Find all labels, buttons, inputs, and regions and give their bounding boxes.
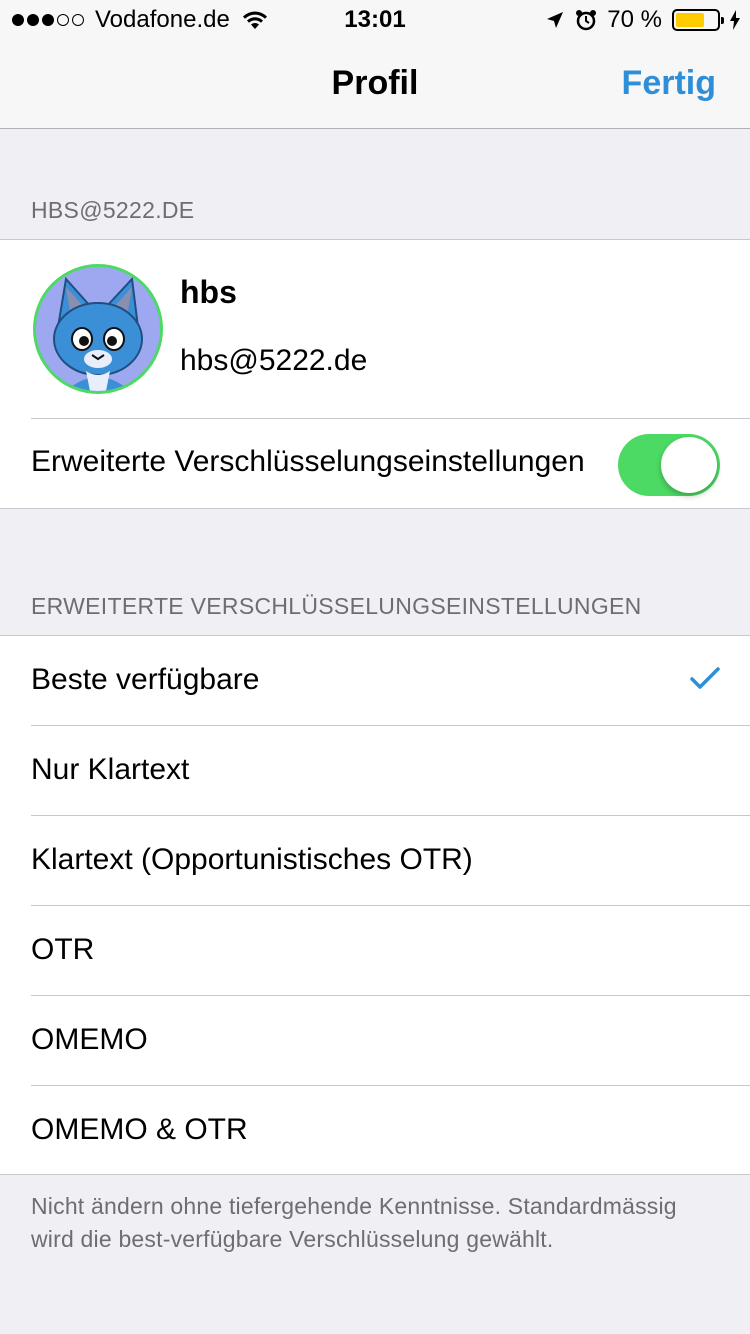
alarm-icon [576,10,597,31]
status-bar: Vodafone.de 13:01 70 % [0,0,750,40]
encryption-footer-note: Nicht ändern ohne tiefergehende Kenntnis… [31,1193,677,1252]
profile-jid: hbs@5222.de [180,344,368,377]
battery-tip [721,17,724,24]
profile-cell[interactable]: hbs hbs@5222.de [0,240,750,418]
battery-percent: 70 % [607,6,662,33]
charging-bolt-icon [730,10,740,30]
option-label: OMEMO & OTR [31,1113,248,1146]
status-right: 70 % [535,6,740,34]
checkmark-icon [690,667,720,689]
switch-knob [661,437,717,493]
option-label: Klartext (Opportunistisches OTR) [31,843,473,876]
account-section-header: HBS@5222.DE [31,197,195,223]
cat-avatar-icon [36,267,160,391]
location-arrow-icon [547,12,564,28]
done-button[interactable]: Fertig [622,64,716,103]
option-label: OTR [31,933,95,966]
option-omemo-and-otr[interactable]: OMEMO & OTR [0,1086,750,1176]
battery-icon [672,9,724,31]
encryption-options-group: Beste verfügbare Nur Klartext Klartext (… [0,635,750,1175]
navigation-bar: Profil Fertig [0,40,750,129]
option-label: Beste verfügbare [31,663,260,696]
advanced-encryption-label: Erweiterte Verschlüsselungseinstellungen [31,445,585,478]
account-group: hbs hbs@5222.de Erweiterte Verschlüsselu… [0,239,750,509]
avatar[interactable] [33,264,163,394]
option-omemo[interactable]: OMEMO [0,996,750,1086]
option-label: OMEMO [31,1023,148,1056]
option-plaintext-only[interactable]: Nur Klartext [0,726,750,816]
option-otr[interactable]: OTR [0,906,750,996]
encryption-section-header: ERWEITERTE VERSCHLÜSSELUNGSEINSTELLUNGEN [31,593,642,619]
profile-name: hbs [180,274,237,310]
battery-fill [676,13,704,27]
option-best-available[interactable]: Beste verfügbare [0,636,750,726]
profile-screen: Vodafone.de 13:01 70 % Profil Fertig HBS… [0,0,750,1334]
advanced-encryption-switch[interactable] [618,434,720,496]
option-plaintext-opportunistic-otr[interactable]: Klartext (Opportunistisches OTR) [0,816,750,906]
option-label: Nur Klartext [31,753,190,786]
advanced-encryption-cell: Erweiterte Verschlüsselungseinstellungen [0,418,750,508]
